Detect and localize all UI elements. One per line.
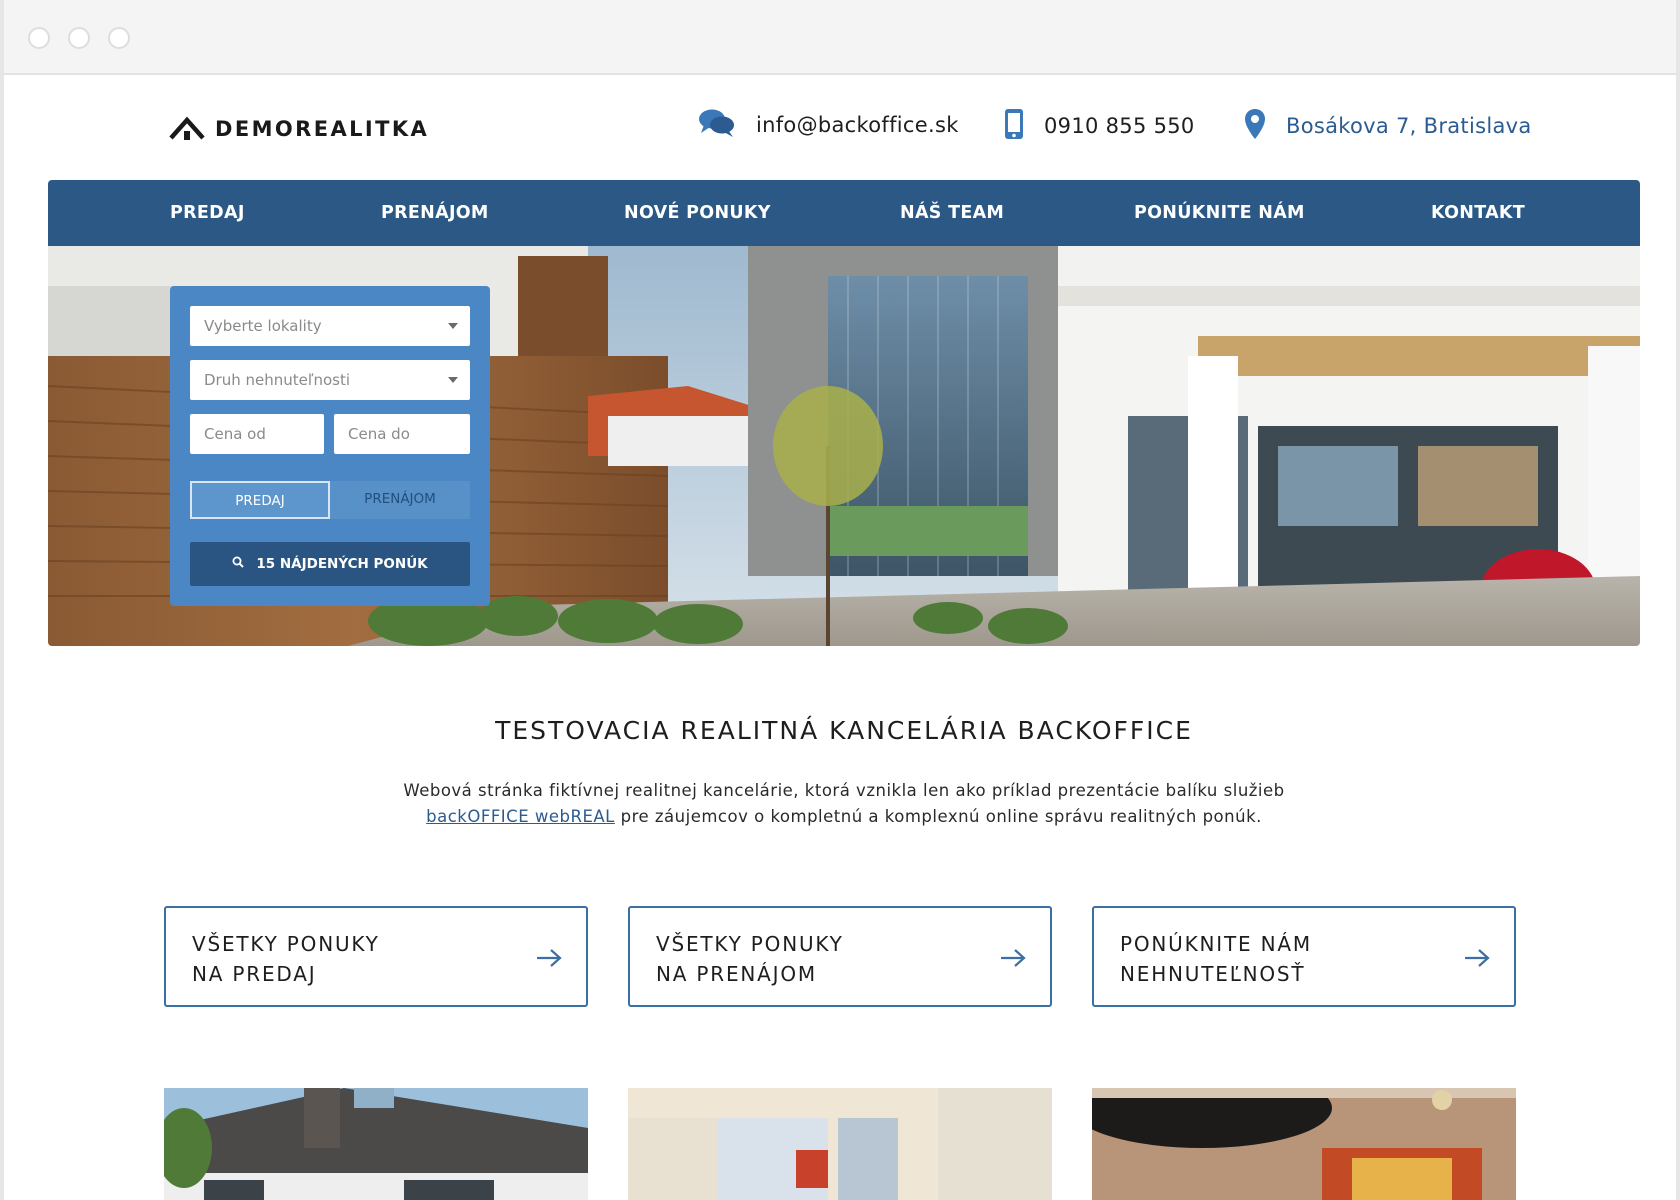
cta-line-1: PONÚKNITE NÁM [1120,932,1312,956]
main-nav: PREDAJ PRENÁJOM NOVÉ PONUKY NÁŠ TEAM PON… [48,180,1640,246]
search-button[interactable]: 15 NÁJDENÝCH PONÚK [190,542,470,586]
nav-item-prenajom[interactable]: PRENÁJOM [381,180,489,246]
browser-window: DEMOREALITKA info@backoffice.sk 0910 855… [0,0,1680,1200]
browser-title-bar [4,0,1676,75]
arrow-right-icon [1000,948,1026,972]
search-button-label: 15 NÁJDENÝCH PONÚK [256,556,428,572]
logo-text: DEMOREALITKA [215,117,430,141]
price-to-input[interactable]: Cena do [334,414,470,454]
intro-text-after: pre záujemcov o kompletnú a komplexnú on… [614,807,1262,826]
window-close-button[interactable] [28,27,50,49]
property-type-select[interactable]: Druh nehnuteľnosti [190,360,470,400]
chevron-down-icon [448,323,458,329]
window-maximize-button[interactable] [108,27,130,49]
toggle-sale[interactable]: PREDAJ [190,481,330,519]
price-from-placeholder: Cena od [204,425,266,443]
site-logo[interactable]: DEMOREALITKA [169,114,429,144]
location-select[interactable]: Vyberte lokality [190,306,470,346]
cta-line-2: NA PREDAJ [192,962,317,986]
cta-all-rent[interactable]: VŠETKY PONUKY NA PRENÁJOM [628,906,1052,1007]
chat-bubbles-icon [698,108,736,142]
chevron-down-icon [448,377,458,383]
search-icon [232,556,245,572]
listing-thumbnail[interactable] [628,1088,1052,1200]
page-title: TESTOVACIA REALITNÁ KANCELÁRIA BACKOFFIC… [495,716,1193,745]
intro-text-before: Webová stránka fiktívnej realitnej kance… [403,781,1285,800]
house-roof-icon [169,114,205,144]
map-pin-icon [1244,108,1266,144]
arrow-right-icon [536,948,562,972]
webreal-link[interactable]: backOFFICE webREAL [426,807,615,826]
property-type-placeholder: Druh nehnuteľnosti [204,371,351,389]
arrow-right-icon [1464,948,1490,972]
mobile-phone-icon [1004,108,1024,144]
contact-email[interactable]: info@backoffice.sk [698,108,959,142]
nav-item-nas-team[interactable]: NÁŠ TEAM [900,180,1004,246]
cta-line-2: NEHNUTEĽNOSŤ [1120,962,1306,986]
price-from-input[interactable]: Cena od [190,414,324,454]
cta-all-sale[interactable]: VŠETKY PONUKY NA PREDAJ [164,906,588,1007]
property-search-panel: Vyberte lokality Druh nehnuteľnosti Cena… [170,286,490,606]
email-text: info@backoffice.sk [756,113,959,137]
listing-thumbnail[interactable] [164,1088,588,1200]
nav-item-ponuknite-nam[interactable]: PONÚKNITE NÁM [1134,180,1305,246]
contact-address[interactable]: Bosákova 7, Bratislava [1244,108,1532,144]
phone-text: 0910 855 550 [1044,114,1195,138]
nav-item-predaj[interactable]: PREDAJ [170,180,245,246]
intro-paragraph: Webová stránka fiktívnej realitnej kance… [364,778,1324,830]
window-minimize-button[interactable] [68,27,90,49]
cta-line-2: NA PRENÁJOM [656,962,817,986]
cta-line-1: VŠETKY PONUKY [192,932,380,956]
price-to-placeholder: Cena do [348,425,410,443]
nav-item-nove-ponuky[interactable]: NOVÉ PONUKY [624,180,771,246]
contact-phone[interactable]: 0910 855 550 [1004,108,1195,144]
toggle-rent[interactable]: PRENÁJOM [330,481,470,519]
cta-line-1: VŠETKY PONUKY [656,932,844,956]
address-text: Bosákova 7, Bratislava [1286,114,1532,138]
location-placeholder: Vyberte lokality [204,317,322,335]
listing-thumbnail[interactable] [1092,1088,1516,1200]
cta-offer-property[interactable]: PONÚKNITE NÁM NEHNUTEĽNOSŤ [1092,906,1516,1007]
nav-item-kontakt[interactable]: KONTAKT [1431,180,1525,246]
